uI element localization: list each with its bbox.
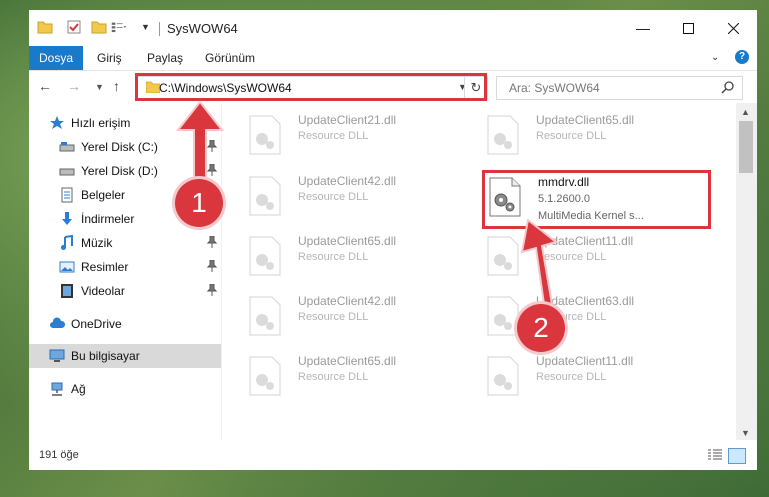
dll-file-icon — [249, 296, 281, 336]
scroll-down-icon[interactable]: ▼ — [741, 428, 750, 438]
computer-icon — [49, 349, 65, 362]
ribbon-expand-icon[interactable]: ⌄ — [711, 52, 719, 63]
dll-file-icon — [249, 176, 281, 216]
documents-icon — [61, 187, 73, 203]
file-item[interactable]: UpdateClient21.dll Resource DLL — [248, 111, 468, 161]
file-item[interactable]: UpdateClient42.dll Resource DLL — [248, 172, 468, 222]
sidebar-item-videos[interactable]: Videolar — [29, 279, 221, 303]
file-list: UpdateClient21.dll Resource DLL UpdateCl… — [222, 103, 736, 440]
pin-icon[interactable] — [207, 236, 217, 248]
dll-file-icon — [487, 115, 519, 155]
cloud-icon — [50, 317, 65, 328]
scroll-thumb[interactable] — [739, 121, 753, 173]
recent-locations-icon[interactable]: ▼ — [95, 82, 104, 92]
maximize-icon — [682, 22, 694, 34]
tab-home[interactable]: Giriş — [97, 46, 122, 70]
scroll-up-icon[interactable]: ▲ — [741, 107, 750, 117]
sidebar-item-network[interactable]: Ağ — [29, 377, 221, 401]
close-icon — [727, 22, 739, 34]
file-item[interactable]: UpdateClient65.dll Resource DLL — [486, 111, 706, 161]
network-icon — [51, 382, 63, 396]
quick-access-dropdown-icon[interactable]: ▼ — [141, 22, 157, 38]
dll-file-icon — [249, 236, 281, 276]
help-icon[interactable]: ? — [735, 50, 749, 64]
step-badge-1: 1 — [175, 179, 223, 227]
details-view-icon[interactable] — [708, 449, 722, 461]
pin-icon[interactable] — [207, 260, 217, 272]
item-count: 191 öğe — [39, 449, 79, 461]
drive-icon — [59, 142, 75, 152]
star-icon — [50, 116, 64, 129]
large-icons-view-button[interactable] — [728, 448, 746, 464]
view-options-icon[interactable] — [111, 19, 127, 35]
new-folder-icon[interactable] — [91, 19, 107, 35]
sidebar-item-pictures[interactable]: Resimler — [29, 255, 221, 279]
dll-file-icon — [487, 356, 519, 396]
file-item[interactable]: UpdateClient65.dll Resource DLL — [248, 352, 468, 402]
folder-icon[interactable] — [37, 19, 53, 35]
sidebar-item-music[interactable]: Müzik — [29, 231, 221, 255]
dll-file-icon — [249, 356, 281, 396]
file-item[interactable]: UpdateClient11.dll Resource DLL — [486, 352, 706, 402]
pin-icon[interactable] — [207, 284, 217, 296]
search-placeholder[interactable]: Ara: SysWOW64 — [509, 81, 600, 95]
step-badge-2: 2 — [517, 304, 565, 352]
file-item[interactable]: UpdateClient42.dll Resource DLL — [248, 292, 468, 342]
status-bar: 191 öğe — [29, 440, 757, 470]
vertical-scrollbar[interactable]: ▲ ▼ — [736, 103, 757, 440]
video-icon — [61, 284, 73, 298]
up-button[interactable]: ↑ — [113, 78, 120, 94]
drive-icon — [59, 168, 75, 176]
file-explorer-window: ▼ SysWOW64 — Dosya Giriş Paylaş Görünüm … — [0, 0, 769, 497]
title-bar: ▼ SysWOW64 — — [29, 10, 757, 46]
sidebar-item-onedrive[interactable]: OneDrive — [29, 312, 221, 336]
maximize-button[interactable] — [672, 16, 704, 40]
window-title: SysWOW64 — [167, 21, 238, 36]
search-box[interactable]: Ara: SysWOW64 — [496, 76, 743, 100]
music-icon — [61, 235, 73, 250]
arrow-up-annotation-2 — [520, 218, 559, 318]
ribbon: Dosya Giriş Paylaş Görünüm ⌄ ? — [29, 46, 757, 71]
address-highlight-box — [135, 73, 487, 101]
close-button[interactable] — [717, 16, 749, 40]
tab-share[interactable]: Paylaş — [147, 46, 183, 70]
forward-button[interactable]: → — [67, 78, 81, 94]
download-icon — [62, 212, 72, 225]
minimize-button[interactable]: — — [627, 16, 659, 40]
search-icon[interactable] — [721, 80, 735, 94]
tab-file[interactable]: Dosya — [29, 46, 83, 70]
properties-icon[interactable] — [66, 19, 82, 35]
sidebar-item-this-pc[interactable]: Bu bilgisayar — [29, 344, 221, 368]
file-item[interactable]: UpdateClient65.dll Resource DLL — [248, 232, 468, 282]
tab-view[interactable]: Görünüm — [205, 46, 255, 70]
pictures-icon — [59, 261, 75, 273]
title-separator — [159, 22, 160, 36]
dll-file-icon — [249, 115, 281, 155]
back-button[interactable]: ← — [38, 78, 52, 94]
minimize-icon: — — [636, 20, 650, 36]
